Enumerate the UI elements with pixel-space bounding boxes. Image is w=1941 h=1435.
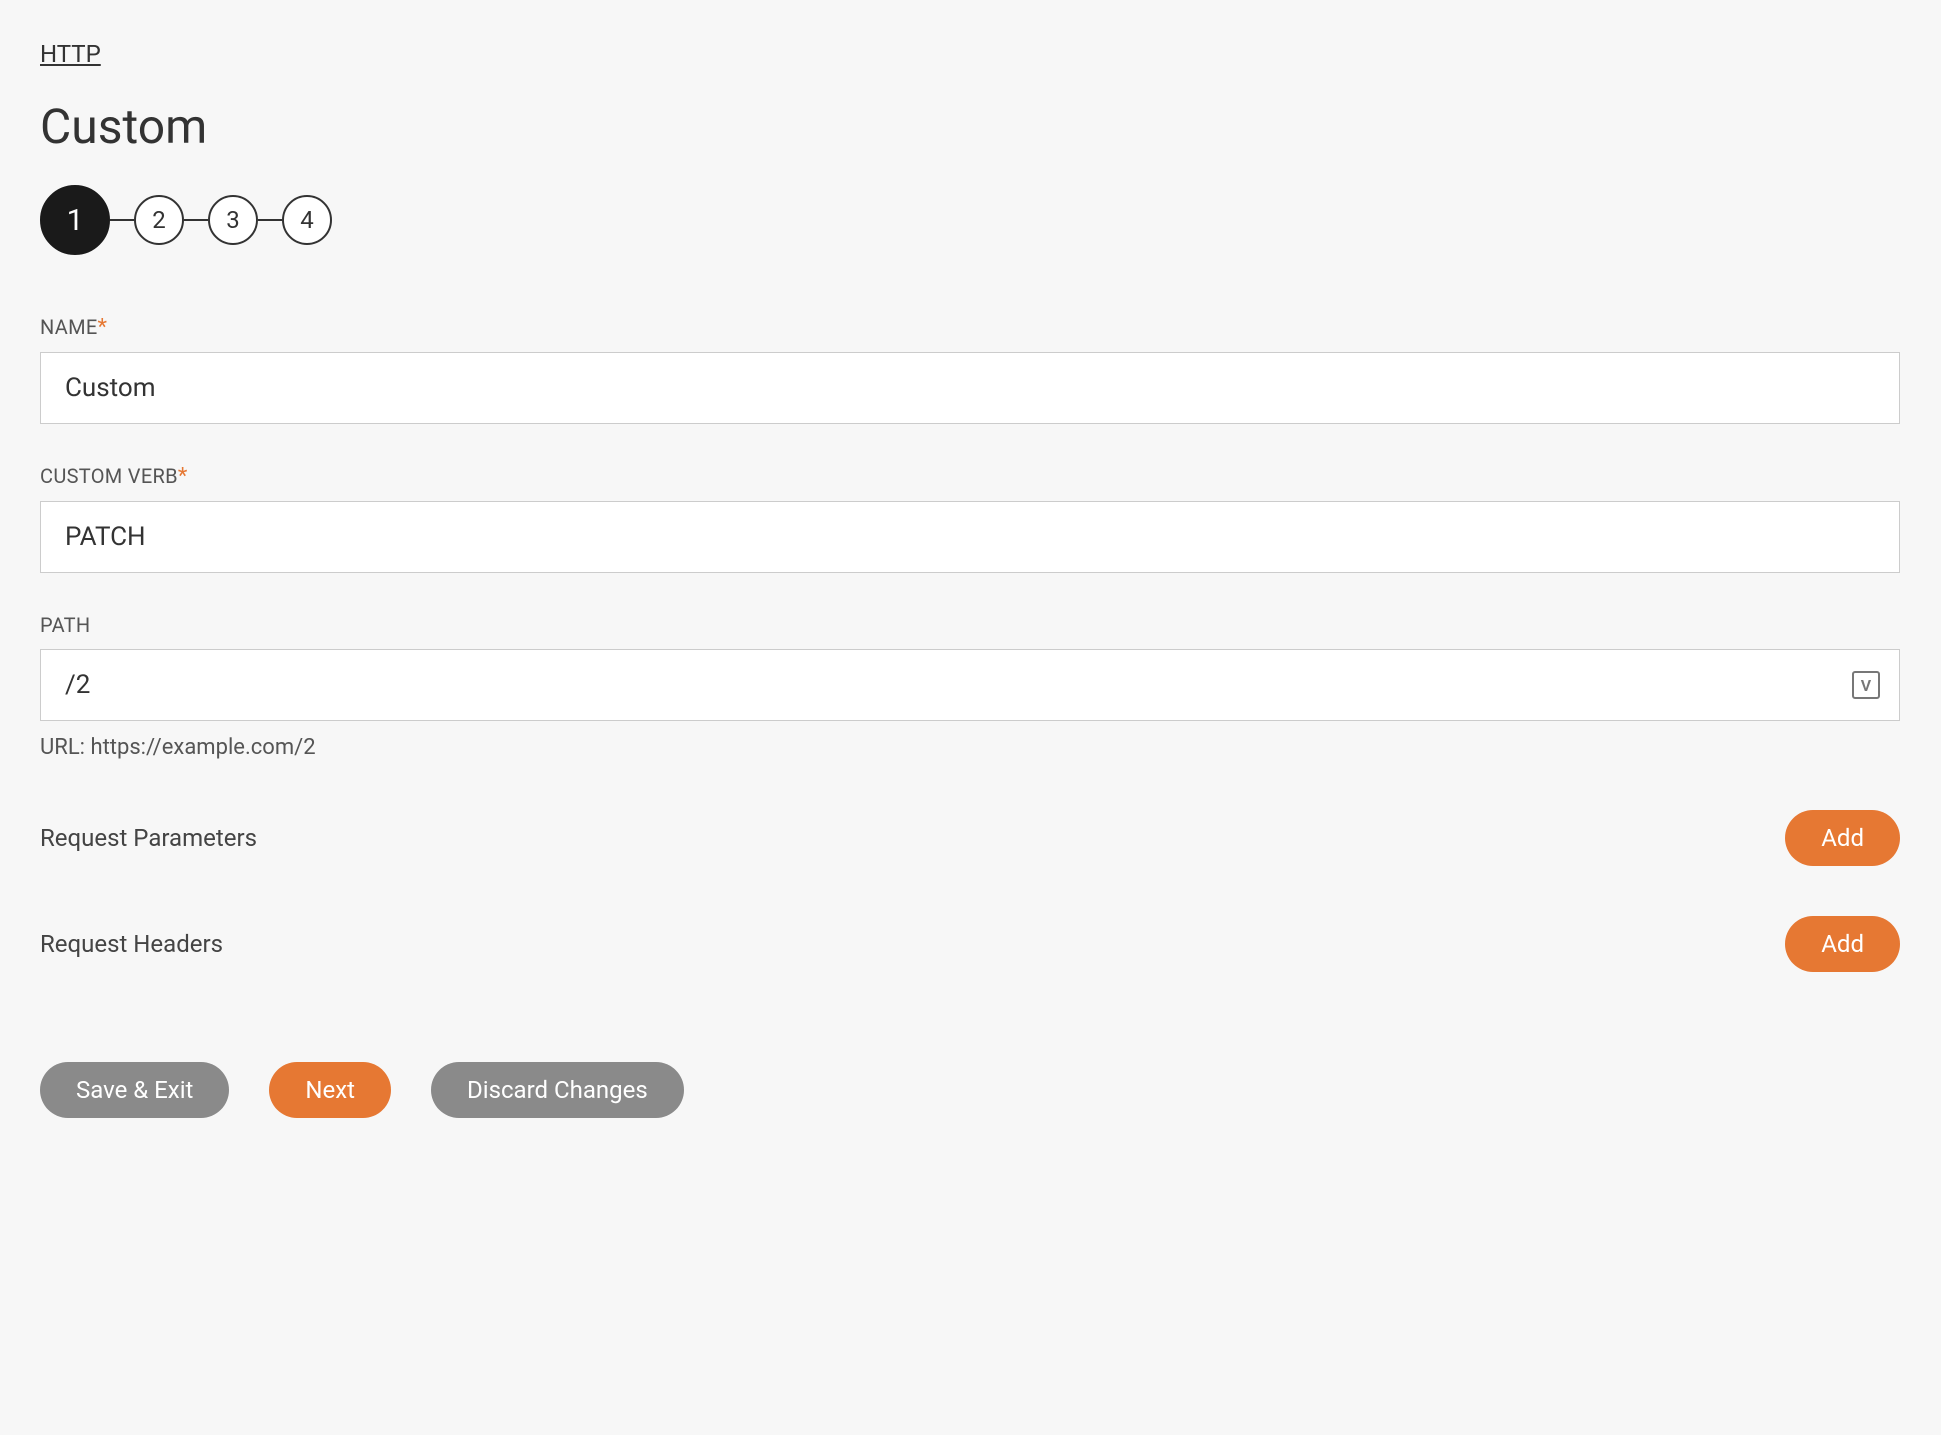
save-exit-button[interactable]: Save & Exit bbox=[40, 1062, 229, 1118]
step-connector bbox=[184, 219, 208, 221]
request-parameters-label: Request Parameters bbox=[40, 824, 257, 852]
breadcrumb-http[interactable]: HTTP bbox=[40, 40, 101, 68]
request-headers-label: Request Headers bbox=[40, 930, 223, 958]
request-headers-section: Request Headers Add bbox=[40, 916, 1900, 972]
step-connector bbox=[258, 219, 282, 221]
add-request-parameter-button[interactable]: Add bbox=[1785, 810, 1900, 866]
add-request-header-button[interactable]: Add bbox=[1785, 916, 1900, 972]
step-4[interactable]: 4 bbox=[282, 195, 332, 245]
path-input[interactable] bbox=[40, 649, 1900, 721]
name-label-text: NAME bbox=[40, 315, 98, 339]
custom-verb-input[interactable] bbox=[40, 501, 1900, 573]
next-button[interactable]: Next bbox=[269, 1062, 391, 1118]
footer-actions: Save & Exit Next Discard Changes bbox=[40, 1062, 1900, 1118]
custom-verb-label-text: CUSTOM VERB bbox=[40, 464, 178, 488]
path-helper-text: URL: https://example.com/2 bbox=[40, 735, 1900, 760]
page-title: Custom bbox=[40, 98, 1900, 155]
step-2[interactable]: 2 bbox=[134, 195, 184, 245]
name-input[interactable] bbox=[40, 352, 1900, 424]
stepper: 1 2 3 4 bbox=[40, 185, 1900, 255]
discard-changes-button[interactable]: Discard Changes bbox=[431, 1062, 684, 1118]
required-star-icon: * bbox=[178, 464, 188, 489]
request-parameters-section: Request Parameters Add bbox=[40, 810, 1900, 866]
step-3[interactable]: 3 bbox=[208, 195, 258, 245]
name-label: NAME* bbox=[40, 315, 1900, 340]
step-connector bbox=[110, 219, 134, 221]
custom-verb-label: CUSTOM VERB* bbox=[40, 464, 1900, 489]
variable-icon[interactable]: V bbox=[1852, 671, 1880, 699]
path-label: PATH bbox=[40, 613, 1900, 637]
step-1[interactable]: 1 bbox=[40, 185, 110, 255]
required-star-icon: * bbox=[98, 315, 108, 340]
